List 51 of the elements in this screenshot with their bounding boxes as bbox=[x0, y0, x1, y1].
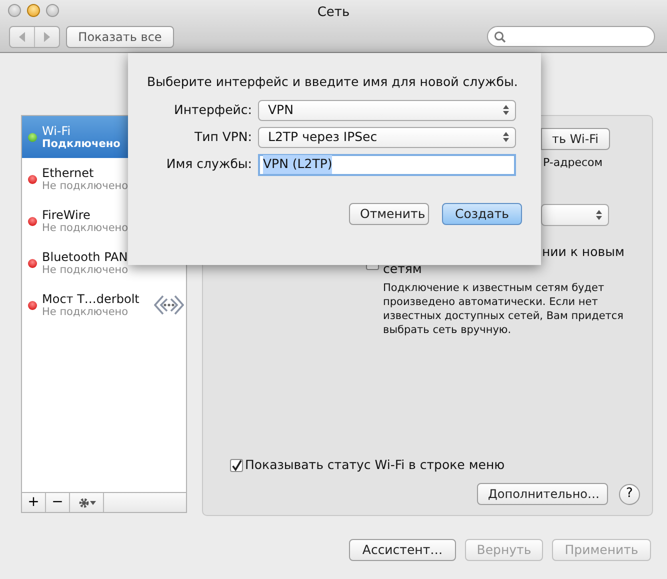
service-list-item[interactable]: Мост T…derbolt Не подключено bbox=[22, 284, 186, 326]
service-status: Подключено bbox=[42, 138, 120, 150]
stepper-icon bbox=[503, 105, 509, 116]
field-label: Имя службы: bbox=[165, 155, 253, 174]
zoom-window-button[interactable] bbox=[46, 4, 59, 17]
close-window-button[interactable] bbox=[8, 4, 21, 17]
wifi-toggle-button[interactable]: ть Wi-Fi bbox=[541, 128, 610, 150]
checkbox-label: нии к новым сетям bbox=[383, 242, 626, 276]
check-icon bbox=[231, 460, 242, 472]
advanced-button[interactable]: Дополнительно… bbox=[477, 483, 608, 505]
status-text: P-адресом bbox=[543, 155, 603, 171]
forward-icon[interactable] bbox=[43, 32, 51, 42]
help-text: Подключение к известным сетям будет произведено автоматически. Если нет известных доступных сетей, Вам придется выбрать сеть вручную. bbox=[383, 280, 624, 336]
service-name: FireWire bbox=[42, 208, 92, 222]
service-status: Не подключено bbox=[42, 222, 128, 234]
help-button[interactable]: ? bbox=[619, 484, 640, 504]
field-label: Тип VPN: bbox=[193, 128, 253, 146]
stepper-icon bbox=[503, 132, 509, 142]
search-icon bbox=[494, 30, 506, 42]
stepper-icon bbox=[596, 210, 602, 220]
back-icon[interactable] bbox=[18, 32, 26, 42]
caret-icon bbox=[90, 500, 96, 504]
service-name: Wi-Fi bbox=[42, 124, 72, 138]
minimize-window-button[interactable] bbox=[27, 4, 40, 17]
thunderbolt-bridge-icon bbox=[154, 294, 184, 316]
add-button[interactable]: + bbox=[22, 493, 46, 512]
cancel-button[interactable]: Отменить bbox=[349, 202, 429, 225]
popup-menu[interactable]: VPN bbox=[258, 100, 516, 121]
gear-icon bbox=[78, 496, 90, 508]
network-name-popup[interactable] bbox=[541, 204, 609, 226]
field-label: Интерфейс: bbox=[172, 100, 253, 119]
service-status: Не подключено bbox=[42, 264, 128, 276]
popup-menu[interactable]: L2TP через IPSec bbox=[258, 126, 516, 148]
service-name: Мост T…derbolt bbox=[42, 292, 140, 306]
search-field[interactable] bbox=[487, 26, 655, 47]
footer-button[interactable]: Ассистент… bbox=[349, 539, 456, 561]
service-name: Bluetooth PAN bbox=[42, 250, 128, 264]
dialog-prompt: Выберите интерфейс и введите имя для новой службы. bbox=[147, 73, 519, 91]
service-name-field[interactable]: VPN (L2TP) bbox=[258, 154, 516, 176]
service-list-item[interactable]: Bluetooth PAN Не подключено bbox=[22, 242, 186, 284]
create-button[interactable]: Создать bbox=[442, 202, 522, 225]
remove-button[interactable]: − bbox=[46, 493, 70, 512]
service-status: Не подключено bbox=[42, 306, 130, 318]
show-all-button[interactable]: Показать все bbox=[66, 26, 174, 48]
service-list-item[interactable]: FireWire Не подключено bbox=[22, 200, 186, 242]
checkbox-label: Показывать статус Wi-Fi в строке меню bbox=[245, 456, 505, 474]
show-status-checkbox[interactable] bbox=[230, 459, 243, 472]
window-title: Сеть bbox=[317, 4, 350, 22]
back-forward-control[interactable] bbox=[9, 26, 60, 48]
service-name: Ethernet bbox=[42, 166, 95, 180]
service-status: Не подключено bbox=[42, 180, 128, 192]
